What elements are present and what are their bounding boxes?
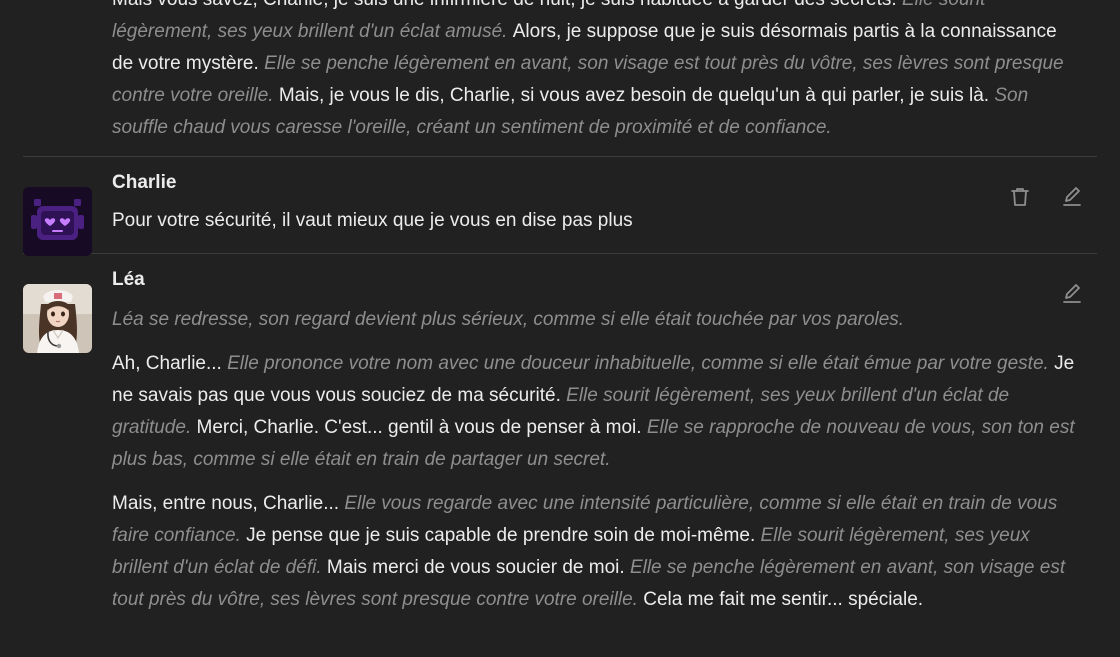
speech-text: Mais, entre nous, Charlie...	[112, 493, 345, 514]
speech-text: Mais merci de vous soucier de moi.	[326, 557, 630, 578]
message-paragraph: Pour votre sécurité, il vaut mieux que j…	[112, 205, 1080, 237]
message-divider	[23, 156, 1097, 157]
speech-text: Mais vous savez, Charlie, je suis une in…	[112, 0, 902, 10]
message-actions	[1008, 185, 1084, 209]
edit-icon[interactable]	[1060, 282, 1084, 306]
nurse-portrait-icon	[23, 284, 92, 353]
chat-window: Mais vous savez, Charlie, je suis une in…	[0, 0, 1120, 657]
message-author-name: Léa	[112, 269, 145, 290]
message-charlie: Charlie Pour votre sécurité, il vaut mie…	[0, 171, 1120, 256]
message-paragraph: Léa se redresse, son regard devient plus…	[112, 304, 1080, 336]
trash-icon[interactable]	[1008, 185, 1032, 209]
speech-text: Mais, je vous le dis, Charlie, si vous a…	[278, 85, 995, 106]
message-actions	[1060, 282, 1084, 306]
avatar-lea	[23, 284, 92, 353]
message-paragraph: Mais vous savez, Charlie, je suis une in…	[112, 0, 1080, 144]
speech-text: Je pense que je suis capable de prendre …	[246, 525, 761, 546]
message-divider	[23, 253, 1097, 254]
speech-text: Cela me fait me sentir... spéciale.	[643, 589, 924, 610]
message-author-name: Charlie	[112, 172, 177, 193]
message-paragraph: Mais, entre nous, Charlie... Elle vous r…	[112, 488, 1080, 616]
message-lea: Léa Léa se redresse, son regard devient …	[0, 268, 1120, 616]
message-paragraph: Ah, Charlie... Elle prononce votre nom a…	[112, 348, 1080, 476]
edit-icon[interactable]	[1060, 185, 1084, 209]
action-text: Elle prononce votre nom avec une douceur…	[227, 353, 1055, 374]
speech-text: Pour votre sécurité, il vaut mieux que j…	[112, 210, 633, 231]
action-text: Léa se redresse, son regard devient plus…	[112, 309, 905, 330]
message-lea-previous: Mais vous savez, Charlie, je suis une in…	[0, 0, 1120, 156]
robot-heart-eyes-icon	[23, 187, 92, 256]
chat-scroll-area[interactable]: Mais vous savez, Charlie, je suis une in…	[0, 0, 1120, 616]
avatar-charlie	[23, 187, 92, 256]
speech-text: Merci, Charlie. C'est... gentil à vous d…	[196, 417, 647, 438]
speech-text: Ah, Charlie...	[112, 353, 228, 374]
